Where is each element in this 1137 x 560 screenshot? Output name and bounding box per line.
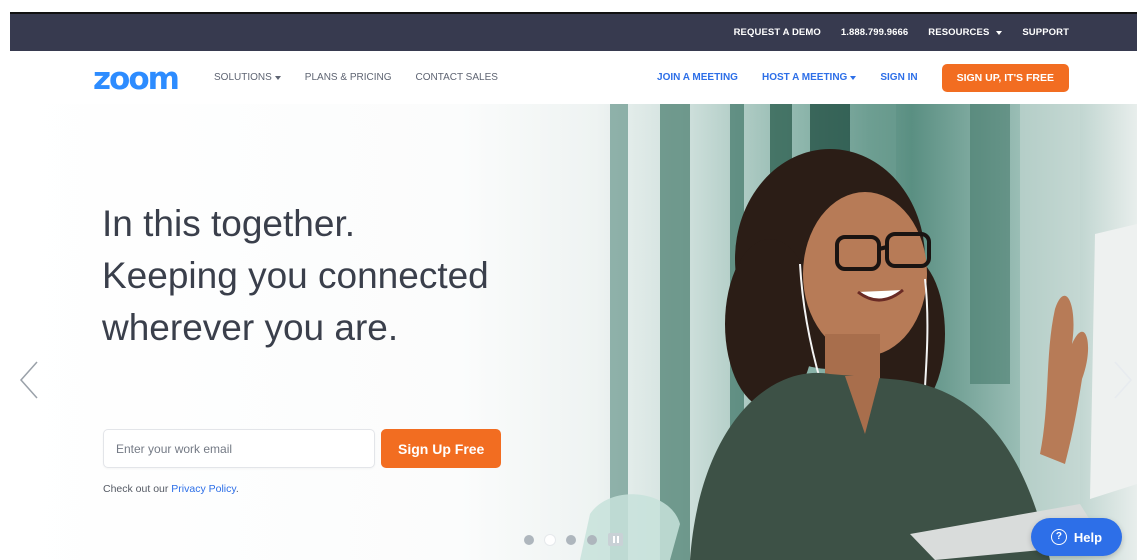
- host-meeting-menu[interactable]: HOST A MEETING: [761, 72, 857, 83]
- sign-in-link[interactable]: SIGN IN: [880, 72, 917, 83]
- contact-sales-link[interactable]: CONTACT SALES: [416, 72, 498, 83]
- sign-up-free-button[interactable]: Sign Up Free: [381, 429, 502, 468]
- main-nav: zoom SOLUTIONS PLANS & PRICING CONTACT S…: [10, 51, 1137, 104]
- hero-headline: In this together. Keeping you connected …: [102, 198, 489, 354]
- request-demo-link[interactable]: REQUEST A DEMO: [734, 27, 821, 38]
- solutions-label: SOLUTIONS: [214, 72, 272, 83]
- carousel-dot-4[interactable]: [587, 534, 597, 545]
- chevron-left-icon[interactable]: [17, 360, 43, 400]
- resources-label: RESOURCES: [928, 27, 990, 38]
- utility-bar: REQUEST A DEMO 1.888.799.9666 RESOURCES …: [10, 14, 1137, 51]
- resources-menu[interactable]: RESOURCES: [928, 27, 1003, 38]
- carousel-dot-2[interactable]: [545, 534, 555, 545]
- help-button[interactable]: ? Help: [1031, 518, 1122, 556]
- zoom-logo[interactable]: zoom: [93, 64, 180, 95]
- carousel-dot-3[interactable]: [566, 534, 576, 545]
- support-link[interactable]: SUPPORT: [1022, 27, 1069, 38]
- host-meeting-label: HOST A MEETING: [761, 72, 848, 83]
- sign-up-free-nav-button[interactable]: SIGN UP, IT'S FREE: [941, 63, 1069, 92]
- signup-form: Sign Up Free: [103, 429, 502, 468]
- page-edge: [0, 0, 10, 560]
- headline-line-1: In this together.: [102, 203, 356, 244]
- nav-right: JOIN A MEETING HOST A MEETING SIGN IN SI…: [657, 51, 1069, 104]
- privacy-suffix: .: [235, 483, 239, 495]
- help-label: Help: [1073, 529, 1103, 545]
- work-email-input[interactable]: [103, 429, 375, 468]
- carousel-dots: [524, 533, 623, 546]
- carousel-dot-1[interactable]: [524, 534, 534, 545]
- question-circle-icon: ?: [1050, 529, 1067, 545]
- headline-line-3: wherever you are.: [102, 307, 399, 348]
- plans-pricing-link[interactable]: PLANS & PRICING: [305, 72, 392, 83]
- solutions-menu[interactable]: SOLUTIONS: [214, 72, 281, 83]
- caret-down-icon: [850, 75, 857, 80]
- privacy-prefix: Check out our: [103, 483, 172, 495]
- privacy-note: Check out our Privacy Policy.: [103, 483, 239, 495]
- phone-link[interactable]: 1.888.799.9666: [841, 27, 908, 38]
- top-border: [10, 0, 1137, 14]
- caret-down-icon: [996, 30, 1003, 35]
- caret-down-icon: [274, 75, 281, 80]
- privacy-policy-link[interactable]: Privacy Policy: [171, 483, 236, 495]
- join-meeting-link[interactable]: JOIN A MEETING: [657, 72, 738, 83]
- headline-line-2: Keeping you connected: [102, 255, 489, 296]
- chevron-right-icon[interactable]: [1109, 360, 1135, 400]
- pause-icon[interactable]: [608, 533, 623, 546]
- nav-left: SOLUTIONS PLANS & PRICING CONTACT SALES: [214, 51, 498, 104]
- hero-carousel: In this together. Keeping you connected …: [10, 104, 1137, 560]
